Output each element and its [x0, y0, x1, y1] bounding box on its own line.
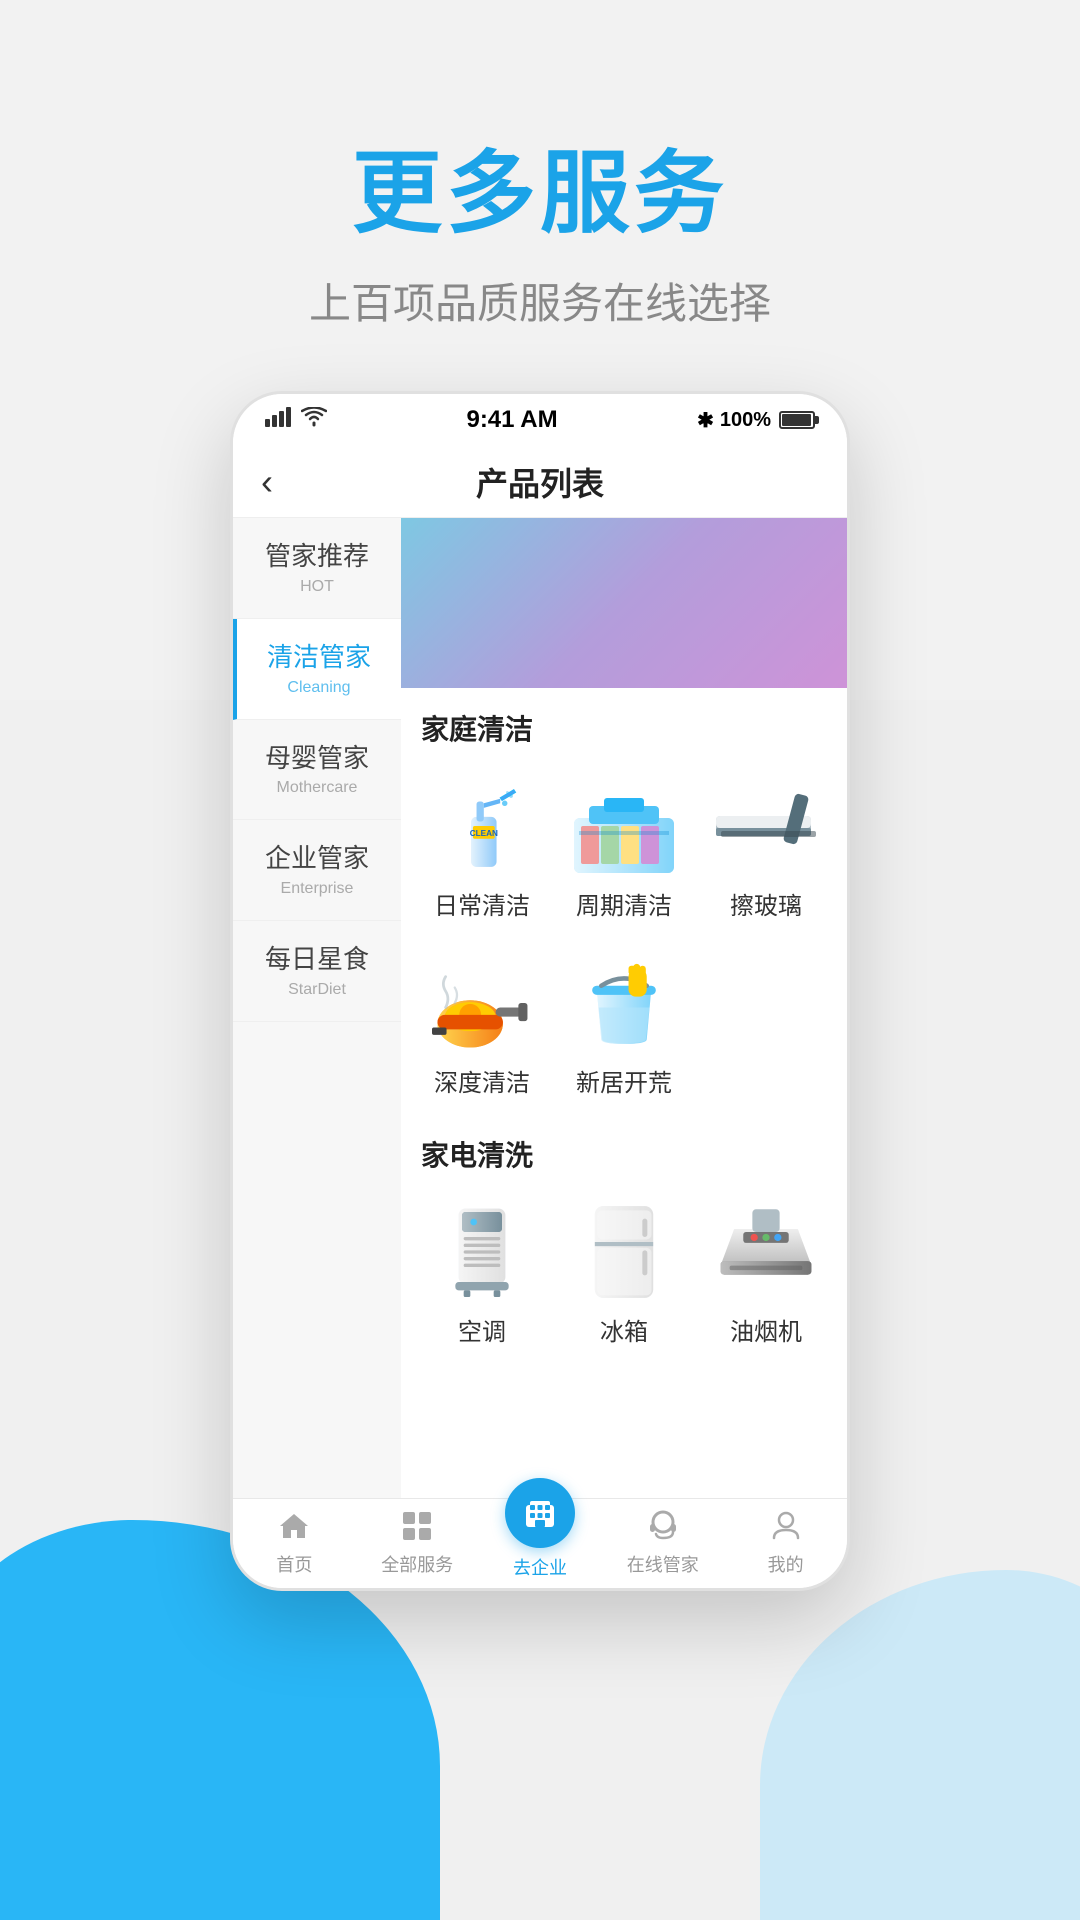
tab-manager-label: 在线管家 [627, 1551, 699, 1577]
product-grid-home-cleaning: CLEAN 日常清洁 [401, 760, 847, 1114]
phone-wrapper: 9:41 AM ✱ 100% ‹ 产品列表 管家推荐 HOT 清洁管家 [0, 391, 1080, 1591]
product-label-new-home: 新居开荒 [576, 1063, 672, 1098]
sidebar-item-cleaning[interactable]: 清洁管家 Cleaning [233, 619, 401, 720]
hero-title: 更多服务 [0, 120, 1080, 250]
phone-content: 管家推荐 HOT 清洁管家 Cleaning 母婴管家 Mothercare 企… [233, 518, 847, 1498]
tab-profile[interactable]: 我的 [724, 1499, 847, 1588]
fridge-icon [569, 1202, 679, 1302]
product-grid-appliance-clean: 空调 [401, 1186, 847, 1363]
product-label-periodic-clean: 周期清洁 [576, 886, 672, 921]
hero-subtitle: 上百项品质服务在线选择 [0, 270, 1080, 331]
svg-text:CLEAN: CLEAN [470, 829, 498, 838]
wifi-icon [301, 407, 327, 433]
product-fridge-clean[interactable]: 冰箱 [553, 1186, 695, 1363]
sidebar-item-stardiet[interactable]: 每日星食 StarDiet [233, 921, 401, 1022]
tab-services-label: 全部服务 [381, 1551, 453, 1577]
product-periodic-clean[interactable]: 周期清洁 [553, 760, 695, 937]
sidebar: 管家推荐 HOT 清洁管家 Cleaning 母婴管家 Mothercare 企… [233, 518, 401, 1498]
battery-percent: 100% [720, 409, 771, 432]
tab-home[interactable]: 首页 [233, 1499, 356, 1588]
signal-icon [265, 407, 293, 433]
steamer-icon [427, 953, 537, 1053]
product-deep-clean[interactable]: 深度清洁 [411, 937, 553, 1114]
nav-title: 产品列表 [476, 459, 604, 505]
headset-icon [647, 1510, 679, 1547]
banner [401, 518, 847, 688]
product-label-fridge: 冰箱 [600, 1312, 648, 1347]
back-button[interactable]: ‹ [261, 461, 311, 503]
grid-icon [401, 1510, 433, 1547]
squeegee-icon [711, 776, 821, 876]
product-label-deep-clean: 深度清洁 [434, 1063, 530, 1098]
product-label-daily-clean: 日常清洁 [434, 886, 530, 921]
sidebar-item-hot[interactable]: 管家推荐 HOT [233, 518, 401, 619]
product-daily-clean[interactable]: CLEAN 日常清洁 [411, 760, 553, 937]
product-label-window-clean: 擦玻璃 [730, 886, 802, 921]
hero-section: 更多服务 上百项品质服务在线选择 [0, 0, 1080, 331]
status-bar: 9:41 AM ✱ 100% [233, 394, 847, 446]
home-icon [278, 1510, 310, 1547]
person-icon [770, 1510, 802, 1547]
battery-icon [779, 411, 815, 429]
product-new-home[interactable]: 新居开荒 [553, 937, 695, 1114]
nav-bar: ‹ 产品列表 [233, 446, 847, 518]
bluetooth-icon: ✱ [697, 408, 714, 433]
status-right: ✱ 100% [697, 408, 815, 433]
section-title-home-cleaning: 家庭清洁 [401, 688, 847, 760]
sidebar-item-mothercare[interactable]: 母婴管家 Mothercare [233, 720, 401, 821]
status-left [265, 407, 327, 433]
tab-manager[interactable]: 在线管家 [601, 1499, 724, 1588]
hood-icon [711, 1202, 821, 1302]
bucket-icon [569, 953, 679, 1053]
product-hood-clean[interactable]: 油烟机 [695, 1186, 837, 1363]
main-panel: 家庭清洁 [401, 518, 847, 1498]
phone-mockup: 9:41 AM ✱ 100% ‹ 产品列表 管家推荐 HOT 清洁管家 [230, 391, 850, 1591]
bg-bottom-right [760, 1570, 1080, 1920]
tab-services[interactable]: 全部服务 [356, 1499, 479, 1588]
status-time: 9:41 AM [466, 406, 557, 434]
sidebar-item-enterprise[interactable]: 企业管家 Enterprise [233, 820, 401, 921]
ac-icon [427, 1202, 537, 1302]
section-title-appliance-clean: 家电清洗 [401, 1114, 847, 1186]
product-label-hood: 油烟机 [730, 1312, 802, 1347]
toolbox-icon [569, 776, 679, 876]
tab-profile-label: 我的 [768, 1551, 804, 1577]
tab-enterprise-label: 去企业 [513, 1554, 567, 1580]
product-label-ac: 空调 [458, 1312, 506, 1347]
tab-enterprise[interactable]: 去企业 [479, 1499, 602, 1588]
spray-icon: CLEAN [427, 776, 537, 876]
product-window-clean[interactable]: 擦玻璃 [695, 760, 837, 937]
tab-home-label: 首页 [276, 1551, 312, 1577]
tab-bar: 首页 全部服务 [233, 1498, 847, 1588]
enterprise-center-btn[interactable] [505, 1478, 575, 1548]
product-ac-clean[interactable]: 空调 [411, 1186, 553, 1363]
